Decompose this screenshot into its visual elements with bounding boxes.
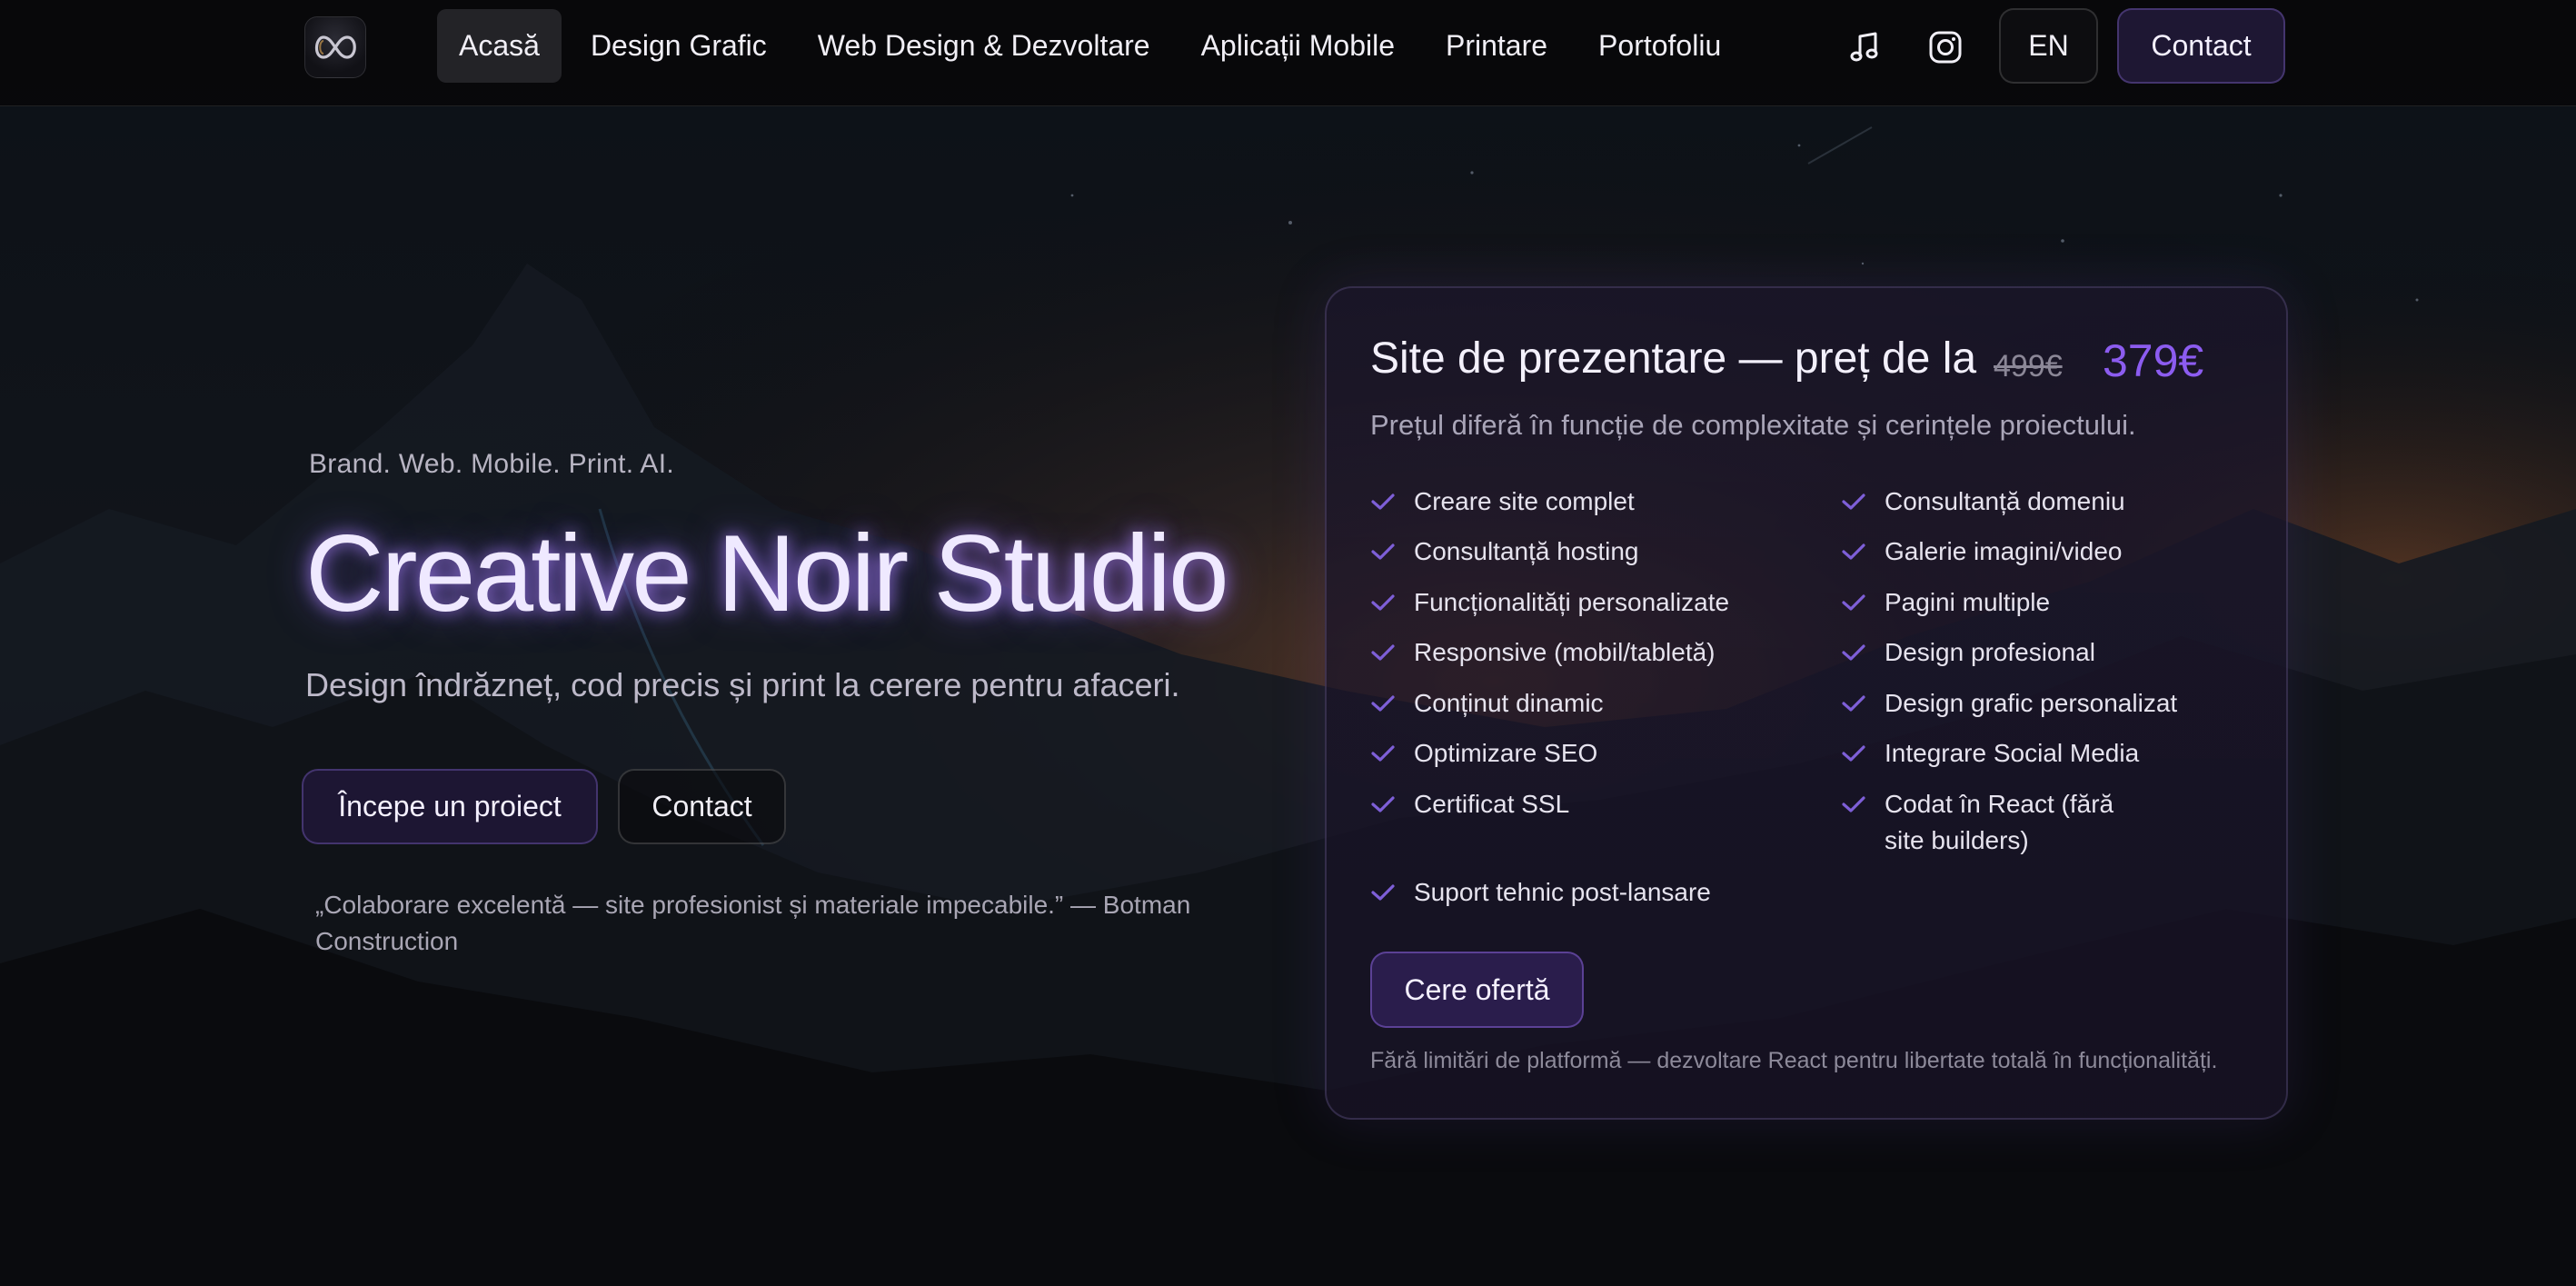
contact-button[interactable]: Contact bbox=[618, 769, 786, 844]
check-icon bbox=[1370, 786, 1397, 822]
feature-label: Funcționalități personalizate bbox=[1414, 588, 1730, 616]
feature-label: Consultanță hosting bbox=[1414, 537, 1639, 565]
pricing-card: Site de prezentare — preț de la 499€ 379… bbox=[1325, 286, 2288, 1120]
feature-item: Codat în React (fără site builders) bbox=[1841, 786, 2159, 859]
nav-item-portofoliu[interactable]: Portofoliu bbox=[1576, 9, 1743, 83]
check-icon bbox=[1841, 533, 1868, 570]
check-icon bbox=[1370, 634, 1397, 671]
logo[interactable] bbox=[304, 16, 366, 78]
nav-item-aplicatii-mobile[interactable]: Aplicații Mobile bbox=[1179, 9, 1417, 83]
pricing-subtitle: Prețul diferă în funcție de complexitate… bbox=[1370, 409, 2136, 441]
feature-item: Consultanță domeniu bbox=[1841, 483, 2241, 520]
request-offer-button[interactable]: Cere ofertă bbox=[1370, 952, 1584, 1028]
feature-label: Pagini multiple bbox=[1885, 588, 2051, 616]
nav-item-web-design[interactable]: Web Design & Dezvoltare bbox=[796, 9, 1172, 83]
feature-item: Suport tehnic post-lansare bbox=[1370, 874, 1806, 911]
feature-label: Design profesional bbox=[1885, 638, 2095, 666]
feature-label: Suport tehnic post-lansare bbox=[1414, 878, 1711, 906]
check-icon bbox=[1841, 584, 1868, 621]
check-icon bbox=[1841, 786, 1868, 822]
music-note-icon bbox=[1850, 32, 1878, 62]
old-price: 499€ bbox=[1994, 349, 2063, 384]
hero-tagline: Brand. Web. Mobile. Print. AI. bbox=[309, 449, 674, 479]
hero-title: Creative Noir Studio bbox=[305, 513, 1229, 634]
feature-item: Design profesional bbox=[1841, 634, 2241, 671]
check-icon bbox=[1370, 584, 1397, 621]
feature-label: Certificat SSL bbox=[1414, 790, 1570, 818]
check-icon bbox=[1841, 483, 1868, 520]
music-button[interactable] bbox=[1834, 16, 1895, 78]
check-icon bbox=[1841, 634, 1868, 671]
instagram-button[interactable] bbox=[1915, 16, 1976, 78]
hero-subtitle: Design îndrăzneț, cod precis și print la… bbox=[305, 666, 1180, 703]
feature-label: Optimizare SEO bbox=[1414, 739, 1598, 767]
language-switch-button[interactable]: EN bbox=[1999, 8, 2098, 84]
feature-label: Responsive (mobil/tabletă) bbox=[1414, 638, 1716, 666]
feature-item: Optimizare SEO bbox=[1370, 735, 1806, 772]
start-project-button[interactable]: Începe un proiect bbox=[302, 769, 598, 844]
feature-label: Creare site complet bbox=[1414, 487, 1635, 515]
check-icon bbox=[1370, 483, 1397, 520]
pricing-footnote: Fără limitări de platformă — dezvoltare … bbox=[1370, 1048, 2218, 1073]
new-price: 379€ bbox=[2103, 335, 2204, 386]
feature-item: Integrare Social Media bbox=[1841, 735, 2241, 772]
instagram-icon bbox=[1929, 31, 1962, 64]
contact-nav-button[interactable]: Contact bbox=[2117, 8, 2285, 84]
check-icon bbox=[1841, 735, 1868, 772]
nav-item-acasa[interactable]: Acasă bbox=[437, 9, 562, 83]
feature-label: Design grafic personalizat bbox=[1885, 689, 2178, 717]
feature-label: Integrare Social Media bbox=[1885, 739, 2140, 767]
feature-label: Consultanță domeniu bbox=[1885, 487, 2125, 515]
feature-item: Certificat SSL bbox=[1370, 786, 1806, 822]
feature-label: Codat în React (fără site builders) bbox=[1885, 790, 2114, 854]
check-icon bbox=[1370, 533, 1397, 570]
feature-item: Responsive (mobil/tabletă) bbox=[1370, 634, 1806, 671]
infinity-logo-icon bbox=[314, 35, 356, 59]
feature-item: Funcționalități personalizate bbox=[1370, 584, 1806, 621]
feature-item: Consultanță hosting bbox=[1370, 533, 1806, 570]
feature-item: Galerie imagini/video bbox=[1841, 533, 2241, 570]
top-navigation-bar: Acasă Design Grafic Web Design & Dezvolt… bbox=[0, 0, 2576, 106]
feature-item: Pagini multiple bbox=[1841, 584, 2241, 621]
check-icon bbox=[1370, 874, 1397, 911]
feature-item: Conținut dinamic bbox=[1370, 685, 1806, 722]
feature-item: Design grafic personalizat bbox=[1841, 685, 2241, 722]
testimonial-quote: „Colaborare excelentă — site profesionis… bbox=[315, 891, 1191, 955]
feature-label: Galerie imagini/video bbox=[1885, 537, 2123, 565]
check-icon bbox=[1370, 685, 1397, 722]
nav-item-printare[interactable]: Printare bbox=[1424, 9, 1569, 83]
check-icon bbox=[1370, 735, 1397, 772]
main-nav: Acasă Design Grafic Web Design & Dezvolt… bbox=[437, 9, 1743, 83]
feature-label: Conținut dinamic bbox=[1414, 689, 1604, 717]
feature-item: Creare site complet bbox=[1370, 483, 1806, 520]
check-icon bbox=[1841, 685, 1868, 722]
nav-item-design-grafic[interactable]: Design Grafic bbox=[569, 9, 789, 83]
pricing-title: Site de prezentare — preț de la bbox=[1370, 334, 1977, 383]
